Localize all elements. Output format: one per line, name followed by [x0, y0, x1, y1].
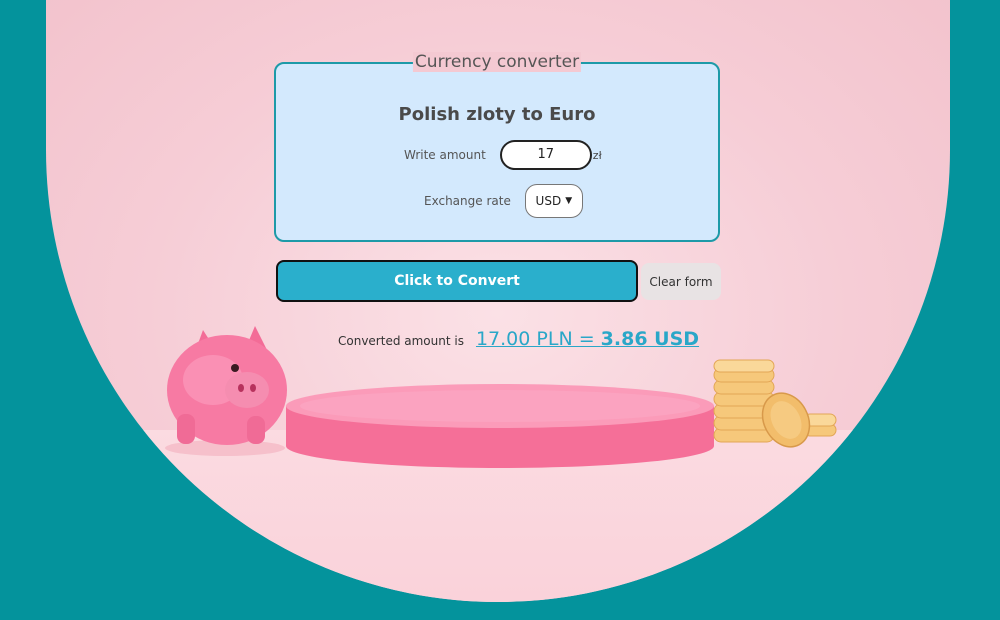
- result-to: 3.86 USD: [600, 328, 700, 350]
- amount-label: Write amount: [404, 148, 486, 162]
- clear-form-button[interactable]: Clear form: [641, 263, 721, 300]
- exchange-rate-select[interactable]: USD ▼: [524, 184, 583, 218]
- coins-icon: [713, 359, 837, 448]
- rate-label: Exchange rate: [424, 194, 511, 208]
- rate-row: Exchange rate USD ▼: [424, 184, 583, 218]
- amount-row: Write amount 17 zł: [404, 140, 602, 170]
- result-from: 17.00 PLN =: [475, 328, 601, 350]
- converter-form: Currency converter Polish zloty to Euro …: [274, 52, 720, 242]
- select-value: USD: [535, 194, 562, 208]
- podium-icon: [286, 384, 714, 468]
- piggy-bank-icon: [165, 326, 287, 456]
- result-line: Converted amount is 17.00 PLN = 3.86 USD: [338, 328, 699, 350]
- form-heading: Polish zloty to Euro: [398, 104, 596, 125]
- convert-button[interactable]: Click to Convert: [276, 260, 638, 302]
- currency-unit: zł: [592, 148, 602, 162]
- result-label: Converted amount is: [338, 334, 464, 348]
- chevron-down-icon: ▼: [565, 196, 573, 206]
- result-value: 17.00 PLN = 3.86 USD: [476, 328, 699, 350]
- form-legend: Currency converter: [412, 52, 582, 72]
- amount-input[interactable]: 17: [499, 140, 592, 170]
